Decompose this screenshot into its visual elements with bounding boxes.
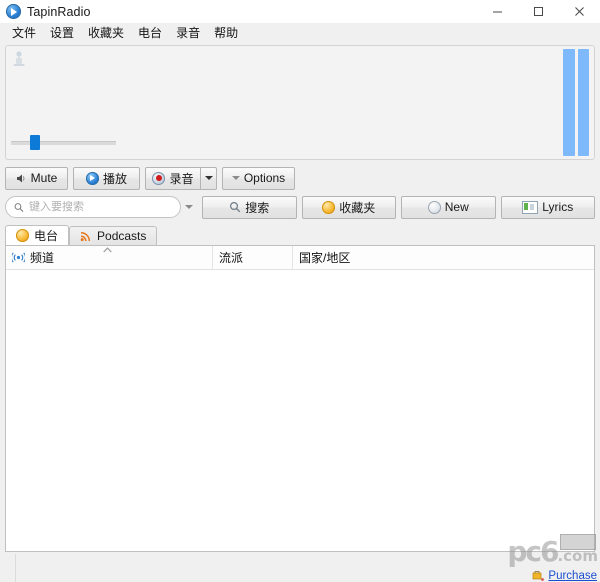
record-button-label: 录音 — [169, 171, 194, 186]
chevron-down-icon — [231, 176, 240, 180]
lyrics-icon — [522, 200, 539, 214]
vu-meter-bar-left — [563, 49, 575, 156]
search-icon — [230, 201, 241, 213]
channel-icon — [12, 252, 25, 263]
search-field[interactable] — [5, 196, 181, 218]
play-button[interactable]: 播放 — [73, 166, 140, 190]
menubar: 文件 设置 收藏夹 电台 录音 帮助 — [0, 23, 600, 43]
favorites-button-label: 收藏夹 — [339, 200, 376, 215]
lyrics-button[interactable]: Lyrics — [500, 195, 595, 219]
menu-item-recording[interactable]: 录音 — [171, 23, 209, 43]
new-circle-icon — [427, 200, 441, 214]
maximize-button[interactable] — [518, 0, 559, 23]
station-list-header: 频道 流派 国家/地区 — [6, 246, 594, 270]
vu-meter-bar-right — [577, 49, 589, 156]
vu-meter — [563, 49, 589, 156]
menu-item-stations[interactable]: 电台 — [133, 23, 171, 43]
titlebar-left: TapinRadio — [0, 4, 91, 19]
speaker-mute-icon — [16, 174, 25, 182]
play-circle-icon — [85, 171, 99, 185]
minimize-button[interactable] — [477, 0, 518, 23]
tapinradio-window: TapinRadio 文件 设置 收藏夹 电台 录音 帮助 Mute 播放 录音… — [0, 0, 600, 582]
station-list: 频道 流派 国家/地区 — [5, 245, 595, 552]
search-icon — [14, 202, 24, 212]
volume-slider-thumb[interactable] — [30, 135, 40, 150]
rss-icon — [80, 231, 91, 242]
record-circle-icon — [152, 171, 166, 185]
mute-button[interactable]: Mute — [5, 166, 68, 190]
window-title: TapinRadio — [27, 4, 91, 19]
tab-stations-label: 电台 — [34, 229, 59, 243]
chevron-up-icon — [103, 247, 112, 253]
menu-item-favorites[interactable]: 收藏夹 — [83, 23, 133, 43]
tabbar: 电台 Podcasts — [5, 225, 595, 245]
purchase-link[interactable]: Purchase — [548, 570, 597, 582]
radio-tower-icon — [13, 51, 25, 66]
search-button-label: 搜索 — [245, 200, 270, 215]
play-button-label: 播放 — [102, 171, 127, 186]
column-header-genre-label: 流派 — [219, 251, 244, 265]
menu-item-settings[interactable]: 设置 — [45, 23, 83, 43]
column-header-genre[interactable]: 流派 — [212, 246, 292, 269]
star-circle-icon — [322, 200, 336, 214]
options-button[interactable]: Options — [222, 166, 295, 190]
player-panel — [5, 45, 595, 160]
close-icon — [575, 7, 584, 16]
cart-icon — [533, 571, 545, 581]
mute-button-label: Mute — [30, 171, 58, 185]
purchase-row: Purchase — [532, 570, 597, 582]
volume-slider[interactable] — [11, 135, 116, 150]
play-circle-icon — [6, 4, 21, 19]
transport-toolbar: Mute 播放 录音 Options — [5, 166, 595, 190]
chevron-down-icon — [185, 205, 193, 209]
column-header-country-label: 国家/地区 — [299, 251, 351, 265]
statusbar-divider — [15, 554, 16, 582]
chevron-down-icon — [204, 176, 213, 180]
statusbar — [0, 552, 600, 582]
new-button[interactable]: New — [401, 195, 496, 219]
menu-item-file[interactable]: 文件 — [7, 23, 45, 43]
lyrics-button-label: Lyrics — [542, 200, 574, 214]
titlebar: TapinRadio — [0, 0, 600, 23]
record-button[interactable]: 录音 — [145, 166, 200, 190]
volume-slider-track — [11, 141, 116, 145]
search-input[interactable] — [28, 201, 172, 213]
tab-stations[interactable]: 电台 — [5, 225, 70, 245]
tab-podcasts-label: Podcasts — [97, 229, 147, 243]
radio-circle-icon — [16, 229, 29, 242]
search-combo — [5, 196, 197, 218]
maximize-icon — [534, 7, 543, 16]
minimize-icon — [493, 11, 502, 13]
tab-podcasts[interactable]: Podcasts — [69, 226, 158, 245]
column-header-country[interactable]: 国家/地区 — [292, 246, 594, 269]
menu-item-help[interactable]: 帮助 — [209, 23, 247, 43]
search-button[interactable]: 搜索 — [202, 195, 297, 219]
window-controls — [477, 0, 600, 23]
column-header-channel-label: 频道 — [30, 251, 55, 265]
favorites-button[interactable]: 收藏夹 — [301, 195, 396, 219]
record-button-group: 录音 — [145, 166, 217, 190]
station-list-body[interactable] — [6, 270, 594, 551]
search-dropdown-button[interactable] — [181, 205, 197, 209]
record-dropdown-button[interactable] — [200, 166, 217, 190]
options-button-label: Options — [243, 171, 286, 185]
column-header-channel[interactable]: 频道 — [6, 246, 212, 269]
search-toolbar: 搜索 收藏夹 New Lyrics — [5, 195, 595, 219]
new-button-label: New — [444, 200, 469, 214]
close-button[interactable] — [559, 0, 600, 23]
